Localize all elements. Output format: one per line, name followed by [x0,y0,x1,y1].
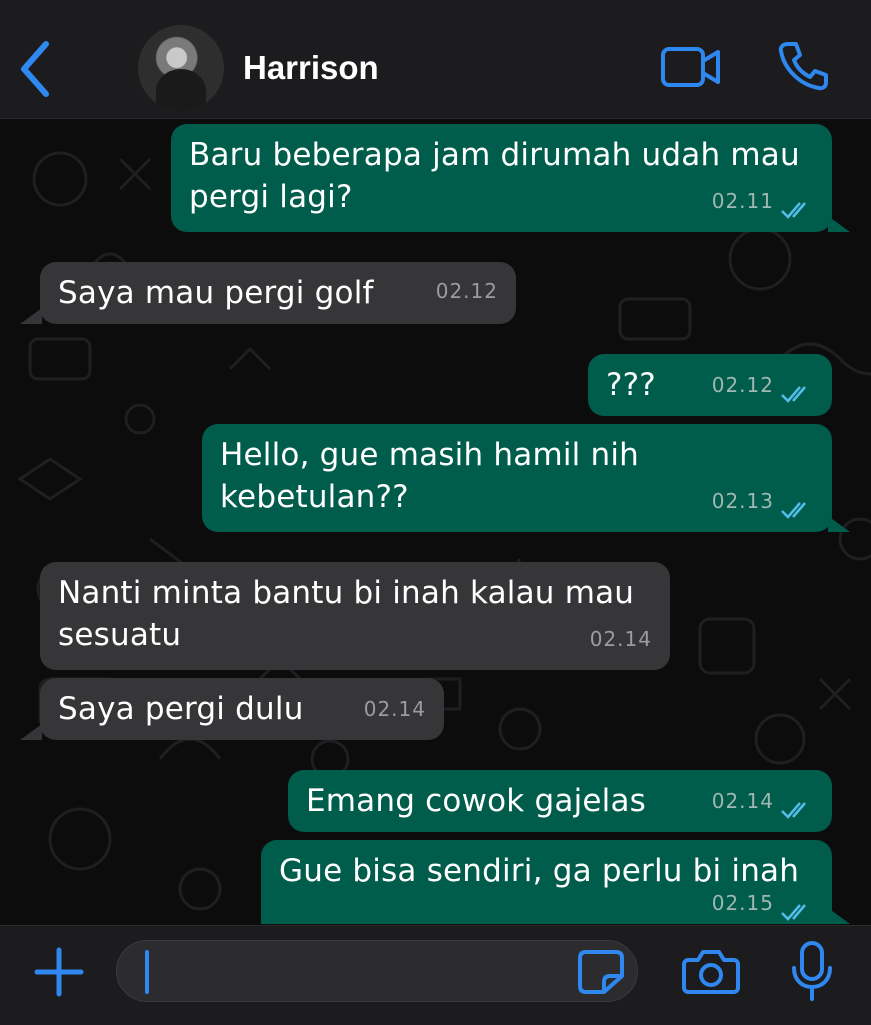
message-outgoing[interactable]: Emang cowok gajelas 02.14 [288,770,832,832]
message-time: 02.14 [711,789,774,813]
bubble-tail [20,724,42,740]
plus-icon [34,947,84,997]
sticker-icon [578,950,624,994]
camera-icon [682,950,740,994]
message-outgoing[interactable]: Gue bisa sendiri, ga perlu bi inah 02.15 [261,840,832,924]
chevron-left-icon [21,41,49,97]
chat-header: Harrison [0,0,871,119]
video-call-button[interactable] [660,44,722,90]
bubble-tail [828,908,850,924]
message-text-line: Nanti minta bantu bi inah kalau mau [58,575,635,611]
message-outgoing[interactable]: Hello, gue masih hamil nih kebetulan?? 0… [202,424,832,532]
message-incoming[interactable]: Saya mau pergi golf 02.12 [40,262,516,324]
message-time: 02.13 [711,489,774,513]
bubble-tail [828,516,850,532]
message-time: 02.14 [363,697,426,721]
contact-name[interactable]: Harrison [243,49,379,87]
read-receipt-icon [781,904,806,921]
attach-button[interactable] [32,945,86,999]
video-camera-icon [661,47,720,87]
message-time: 02.12 [435,279,498,303]
message-text-line: sesuatu [58,617,182,653]
back-button[interactable] [14,36,58,102]
message-input[interactable] [116,940,638,1002]
message-time: 02.14 [589,627,652,651]
microphone-button[interactable] [790,940,834,1002]
read-receipt-icon [781,202,806,219]
message-incoming[interactable]: Nanti minta bantu bi inah kalau mau sesu… [40,562,670,670]
message-time: 02.11 [711,189,774,213]
camera-button[interactable] [682,944,740,998]
message-incoming[interactable]: Saya pergi dulu 02.14 [40,678,444,740]
read-receipt-icon [781,502,806,519]
message-text-line: Hello, gue masih hamil nih [220,437,640,473]
message-outgoing[interactable]: Baru beberapa jam dirumah udah mau pergi… [171,124,832,232]
message-time: 02.12 [711,373,774,397]
message-text-line: Baru beberapa jam dirumah udah mau [189,137,800,173]
phone-icon [778,42,828,91]
sticker-button[interactable] [576,948,626,996]
bubble-tail [828,216,850,232]
message-time: 02.15 [711,891,774,915]
voice-call-button[interactable] [778,40,828,92]
microphone-icon [792,941,832,1001]
read-receipt-icon [781,802,806,819]
avatar[interactable] [138,25,224,111]
bubble-tail [20,308,42,324]
text-cursor [145,950,149,994]
message-text-line: Saya mau pergi golf [58,275,374,311]
message-outgoing[interactable]: ??? 02.12 [588,354,832,416]
read-receipt-icon [781,386,806,403]
